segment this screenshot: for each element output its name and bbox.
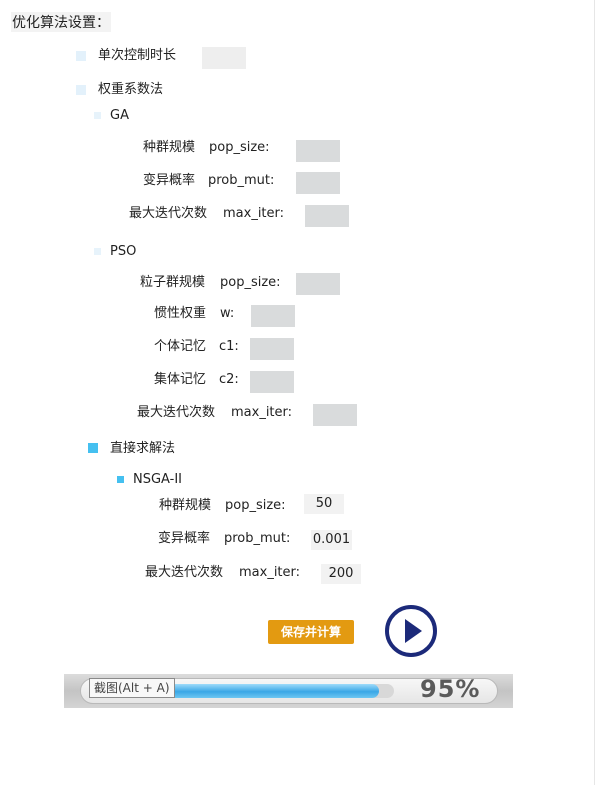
pso-pop-size-input[interactable] (296, 273, 340, 295)
nsga-prob-mut-key: prob_mut: (224, 531, 291, 546)
pso-pop-size-cn: 粒子群规模 (140, 275, 206, 290)
play-circle-icon[interactable] (385, 605, 437, 657)
single-control-label: 单次控制时长 (98, 48, 177, 63)
weight-method-label: 权重系数法 (98, 82, 164, 97)
ga-pop-size-cn: 种群规模 (143, 140, 196, 155)
pso-label: PSO (110, 244, 137, 259)
nsga-prob-mut-value[interactable]: 0.001 (311, 530, 352, 550)
pso-c2-input[interactable] (250, 371, 294, 393)
ga-prob-mut-key: prob_mut: (208, 173, 275, 188)
pso-w-input[interactable] (251, 305, 295, 327)
page-title: 优化算法设置： (11, 12, 111, 32)
ga-max-iter-cn: 最大迭代次数 (129, 206, 208, 221)
screenshot-tooltip: 截图(Alt + A) (89, 678, 175, 698)
pso-c1-cn: 个体记忆 (154, 339, 207, 354)
save-and-calculate-button[interactable]: 保存并计算 (268, 620, 354, 644)
nsga-label: NSGA-II (133, 472, 183, 487)
pso-c1-input[interactable] (250, 338, 294, 360)
nsga-max-iter-cn: 最大迭代次数 (145, 565, 224, 580)
ga-prob-mut-cn: 变异概率 (143, 173, 196, 188)
bullet-icon (94, 248, 101, 255)
nsga-max-iter-value[interactable]: 200 (321, 564, 361, 584)
single-control-input[interactable] (202, 47, 246, 69)
ga-pop-size-key: pop_size: (209, 140, 270, 155)
pso-w-cn: 惯性权重 (154, 306, 207, 321)
pso-max-iter-input[interactable] (313, 404, 357, 426)
ga-label: GA (110, 108, 129, 123)
ga-max-iter-key: max_iter: (223, 206, 285, 221)
direct-method-label: 直接求解法 (110, 441, 176, 456)
ga-max-iter-input[interactable] (305, 205, 349, 227)
ga-pop-size-input[interactable] (296, 140, 340, 162)
nsga-pop-size-value[interactable]: 50 (304, 494, 344, 514)
bullet-icon (88, 443, 98, 453)
pso-pop-size-key: pop_size: (220, 275, 281, 290)
ga-prob-mut-input[interactable] (296, 172, 340, 194)
bullet-icon (76, 51, 86, 61)
pso-c2-key: c2: (219, 372, 239, 387)
pso-w-key: w: (220, 306, 235, 321)
algorithm-settings-page: 优化算法设置： 单次控制时长 权重系数法 GA 种群规模 pop_size: 变… (0, 0, 596, 785)
nsga-max-iter-key: max_iter: (239, 565, 301, 580)
progress-bar-panel: 95% 截图(Alt + A) (64, 674, 513, 708)
nsga-pop-size-key: pop_size: (225, 498, 286, 513)
right-border (594, 0, 595, 785)
pso-c2-cn: 集体记忆 (154, 372, 207, 387)
nsga-pop-size-cn: 种群规模 (159, 498, 212, 513)
bullet-icon (94, 112, 101, 119)
bullet-icon (76, 85, 86, 95)
pso-max-iter-cn: 最大迭代次数 (137, 405, 216, 420)
bullet-icon (117, 476, 124, 483)
pso-c1-key: c1: (219, 339, 239, 354)
progress-percent: 95% (420, 675, 481, 703)
nsga-prob-mut-cn: 变异概率 (158, 531, 211, 546)
pso-max-iter-key: max_iter: (231, 405, 293, 420)
